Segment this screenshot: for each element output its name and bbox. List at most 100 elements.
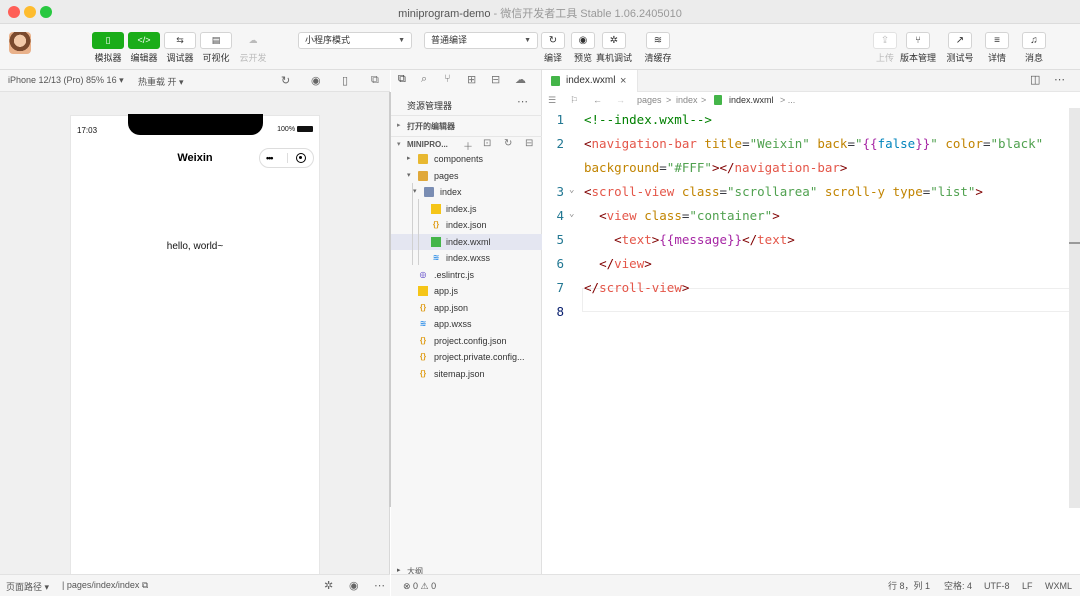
tree-item[interactable]: ▸ components bbox=[391, 151, 542, 167]
device-select[interactable]: iPhone 12/13 (Pro) 85% 16 ▾ bbox=[8, 75, 124, 86]
breadcrumb-file[interactable]: index.wxml bbox=[729, 92, 774, 108]
popout-icon[interactable]: ⧉ bbox=[371, 74, 379, 87]
split-editor-icon[interactable]: ◫ bbox=[1030, 73, 1040, 86]
tab-index-wxml[interactable]: index.wxml × bbox=[542, 70, 638, 92]
search-icon[interactable]: ⌕ bbox=[421, 73, 427, 86]
rotate-icon[interactable]: ↻ bbox=[281, 74, 290, 87]
code-line: 6 </view> bbox=[542, 252, 1080, 276]
refresh-icon[interactable]: ↻ bbox=[504, 138, 512, 149]
tree-item[interactable]: ▾ pages bbox=[391, 168, 542, 184]
tree-item[interactable]: {} index.json bbox=[391, 217, 542, 233]
line-number: 4 bbox=[556, 208, 564, 223]
eol-setting[interactable]: LF bbox=[1022, 575, 1033, 596]
list-icon[interactable]: ☰ bbox=[548, 92, 556, 108]
bell-button[interactable]: ♫ 消息 bbox=[1014, 32, 1054, 64]
tree-item[interactable]: index.js bbox=[391, 201, 542, 217]
close-miniprogram-icon[interactable] bbox=[296, 153, 306, 163]
tree-item-label: project.private.config... bbox=[434, 352, 525, 362]
tree-item[interactable]: app.js bbox=[391, 283, 542, 299]
indent-setting[interactable]: 空格: 4 bbox=[944, 575, 972, 596]
encoding-setting[interactable]: UTF-8 bbox=[984, 575, 1010, 596]
project-section[interactable]: ▾ MINIPRO... ＋ ⊡ ↻ ⊟ bbox=[391, 136, 542, 153]
open-editors-section[interactable]: ▸ 打开的编辑器 bbox=[391, 118, 542, 134]
tree-item-label: app.js bbox=[434, 286, 459, 296]
tree-item[interactable]: ◎ .eslintrc.js bbox=[391, 267, 542, 283]
battery-icon bbox=[297, 126, 313, 132]
folder-open-icon bbox=[418, 170, 428, 181]
bug-icon[interactable]: ✲ bbox=[324, 579, 333, 592]
layers-button[interactable]: ≋ 清缓存 bbox=[638, 32, 678, 64]
back-icon[interactable]: ← bbox=[593, 92, 602, 108]
tree-item[interactable]: {} app.json bbox=[391, 300, 542, 316]
language-mode[interactable]: WXML bbox=[1045, 575, 1072, 596]
branch-button[interactable]: ⑂ 版本管理 bbox=[898, 32, 938, 64]
code-token: class bbox=[681, 184, 720, 199]
more-icon[interactable]: ⋯ bbox=[517, 95, 528, 108]
code-token: < bbox=[599, 208, 607, 223]
capsule-menu[interactable]: ••• bbox=[259, 148, 314, 168]
chevron-down-icon[interactable]: ▾ bbox=[413, 184, 417, 200]
debug-label: 调试器 bbox=[166, 53, 194, 63]
tree-item[interactable]: index.wxml bbox=[391, 233, 542, 250]
tree-item[interactable]: {} project.private.config... bbox=[391, 349, 542, 365]
source-control-icon[interactable]: ⑂ bbox=[444, 73, 451, 85]
tree-item[interactable]: ≋ app.wxss bbox=[391, 316, 542, 332]
tab-label: index.wxml bbox=[566, 75, 616, 86]
mode-select[interactable]: 小程序模式 ▼ bbox=[298, 32, 412, 49]
cursor-position[interactable]: 行 8，列 1 bbox=[888, 575, 930, 596]
forward-icon[interactable]: → bbox=[616, 92, 625, 108]
files-icon[interactable]: ⧉ bbox=[398, 73, 406, 86]
code-token: navigation-bar bbox=[591, 136, 697, 151]
eye-icon[interactable]: ◉ bbox=[349, 579, 359, 592]
layout-button[interactable]: ▤ 可视化 bbox=[199, 32, 233, 64]
tree-item[interactable]: ▾ index bbox=[391, 184, 542, 200]
breadcrumb-index[interactable]: index bbox=[676, 92, 698, 108]
code-token: false bbox=[877, 136, 916, 151]
collapse-icon[interactable]: ⊟ bbox=[525, 138, 533, 149]
cloud-button[interactable]: ☁ 云开发 bbox=[236, 32, 270, 64]
bookmark-icon[interactable]: ⚐ bbox=[570, 92, 578, 108]
code-editor: index.wxml × ◫ ⋯ ☰ ⚐ ← → pages > index >… bbox=[542, 70, 1080, 574]
tree-item[interactable]: ≋ index.wxss bbox=[391, 250, 542, 266]
fold-chevron-icon[interactable]: ⌄ bbox=[569, 202, 574, 226]
compile-select[interactable]: 普通编译 ▼ bbox=[424, 32, 538, 49]
phone-button[interactable]: ▯ 模拟器 bbox=[91, 32, 125, 64]
record-icon[interactable]: ◉ bbox=[311, 74, 321, 87]
debug-icon[interactable]: ⊟ bbox=[491, 73, 500, 86]
main-toolbar: ▯ 模拟器 </> 编辑器 ⇆ 调试器 ▤ 可视化 ☁ 云开发 小程序模式 ▼ 普通编译 ▼ ↻ 编… bbox=[0, 24, 1080, 70]
docker-icon[interactable]: ☁ bbox=[515, 73, 526, 86]
more-icon[interactable]: ⋯ bbox=[1054, 73, 1065, 86]
code-area[interactable]: 1 <!--index.wxml--> 2 <navigation-bar title… bbox=[542, 108, 1080, 574]
hot-reload-select[interactable]: 热重载 开 ▾ bbox=[138, 75, 184, 88]
code-token: type bbox=[892, 184, 923, 199]
debug-button[interactable]: ⇆ 调试器 bbox=[163, 32, 197, 64]
more-icon[interactable]: ⋯ bbox=[374, 579, 385, 592]
page-path-label[interactable]: 页面路径 ▾ bbox=[6, 580, 49, 593]
json-file-icon: {} bbox=[419, 335, 427, 345]
chevron-down-icon[interactable]: ▾ bbox=[407, 168, 411, 184]
breadcrumb-pages[interactable]: pages bbox=[637, 92, 662, 108]
problems-count[interactable]: ⊗ 0 ⚠ 0 bbox=[403, 575, 436, 596]
code-button[interactable]: </> 编辑器 bbox=[127, 32, 161, 64]
phone-battery: 100% bbox=[277, 126, 313, 133]
editor-scrollbar[interactable] bbox=[1069, 108, 1080, 508]
fold-chevron-icon[interactable]: ⌄ bbox=[569, 178, 574, 202]
user-avatar[interactable] bbox=[9, 32, 31, 54]
code-token: = bbox=[719, 184, 728, 199]
extensions-icon[interactable]: ⊞ bbox=[467, 73, 476, 86]
close-icon[interactable]: × bbox=[620, 70, 626, 92]
code-token: "black" bbox=[990, 136, 1044, 151]
tree-item[interactable]: {} project.config.json bbox=[391, 333, 542, 349]
more-dots-icon[interactable]: ••• bbox=[266, 149, 274, 167]
new-folder-icon[interactable]: ⊡ bbox=[483, 138, 491, 149]
bug-icon: ✲ bbox=[602, 32, 626, 49]
copy-icon[interactable]: ⧉ bbox=[142, 580, 148, 590]
bug-button[interactable]: ✲ 真机调试 bbox=[594, 32, 634, 64]
breadcrumb-more[interactable]: > ... bbox=[780, 92, 795, 108]
tree-item[interactable]: {} sitemap.json bbox=[391, 366, 542, 382]
external-button[interactable]: ↗ 测试号 bbox=[940, 32, 980, 64]
chevron-right-icon[interactable]: ▸ bbox=[407, 151, 411, 167]
phone-icon[interactable]: ▯ bbox=[342, 74, 348, 87]
menu-button[interactable]: ≡ 详情 bbox=[977, 32, 1017, 64]
